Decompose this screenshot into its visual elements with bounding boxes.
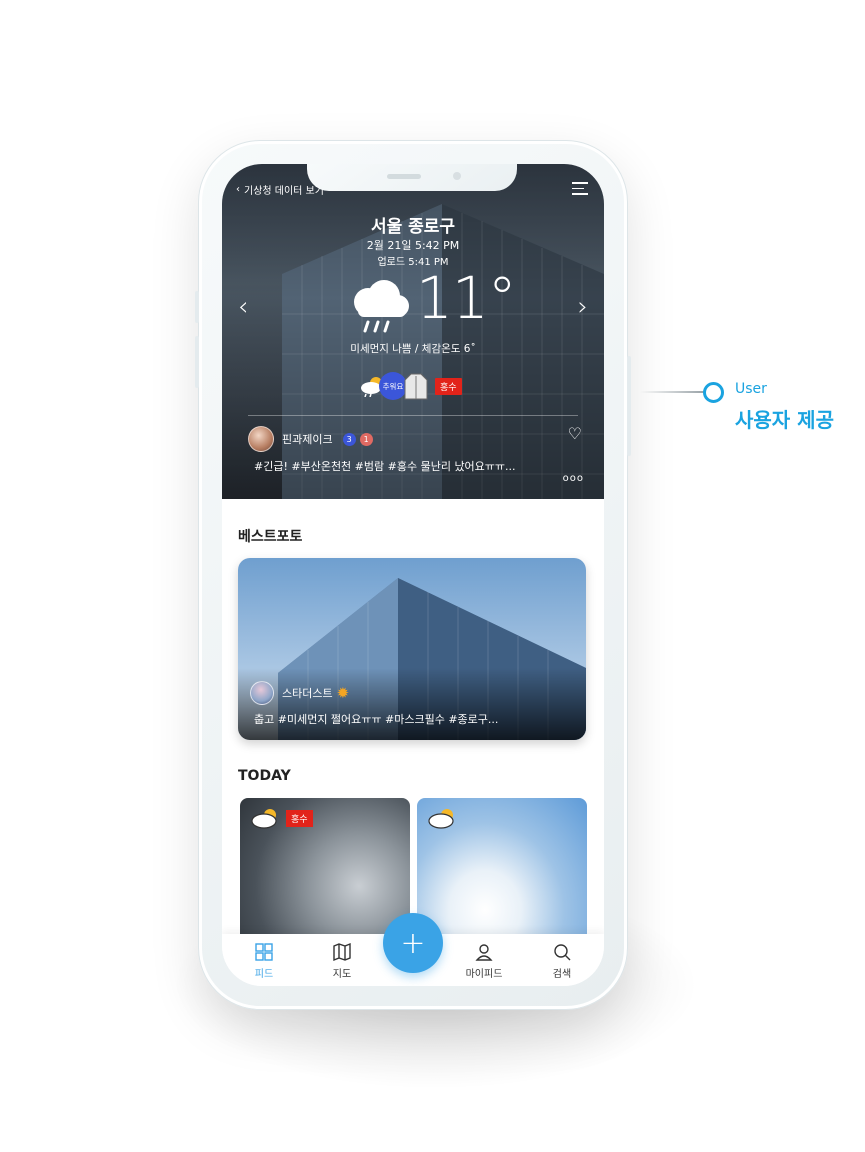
annotation-line bbox=[640, 391, 704, 393]
annotation-en: User bbox=[735, 381, 767, 397]
camera bbox=[453, 172, 461, 180]
hero-tags: #긴급! #부산온천천 #범람 #홍수 물난리 났어요ㅠㅠ... bbox=[254, 460, 516, 473]
flood-badge: 홍수 bbox=[435, 377, 462, 395]
speaker bbox=[387, 174, 421, 179]
search-icon bbox=[554, 944, 571, 961]
phone-screen: ‹ 기상청 데이터 보기 서울 종로구 2월 21일 5:42 PM 업로드 5… bbox=[222, 164, 604, 986]
best-user-name: 스타더스트 bbox=[282, 687, 333, 700]
today-title: TODAY bbox=[238, 768, 291, 784]
temperature: 11° bbox=[416, 264, 517, 332]
avatar bbox=[248, 426, 274, 452]
nav-feed[interactable]: 피드 bbox=[234, 942, 294, 980]
partly-cloudy-icon bbox=[428, 809, 454, 829]
coat-icon bbox=[404, 373, 428, 400]
user-icon bbox=[475, 944, 493, 961]
volume-down-button bbox=[195, 336, 199, 388]
user-badge-red: 1 bbox=[359, 432, 373, 446]
weather-badges: 추워요 홍수 bbox=[359, 372, 462, 400]
back-link[interactable]: ‹ 기상청 데이터 보기 bbox=[236, 182, 324, 197]
add-post-button[interactable]: + bbox=[383, 913, 443, 973]
nav-map-label: 지도 bbox=[332, 969, 352, 980]
best-photo-title: 베스트포토 bbox=[238, 529, 303, 545]
notch bbox=[307, 164, 517, 191]
next-arrow-icon[interactable]: › bbox=[578, 292, 588, 322]
best-photo-tags: 춥고 #미세먼지 쩔어요ㅠㅠ #마스크필수 #종로구... bbox=[254, 713, 499, 726]
nav-mypage[interactable]: 마이피드 bbox=[454, 942, 514, 980]
annotation-ko: 사용자 제공 bbox=[735, 408, 834, 432]
menu-icon[interactable] bbox=[572, 182, 588, 195]
nav-search[interactable]: 검색 bbox=[532, 942, 592, 980]
avatar bbox=[250, 681, 274, 705]
hero-user-name: 핀과제이크 bbox=[282, 433, 333, 446]
weather-hero[interactable]: ‹ 기상청 데이터 보기 서울 종로구 2월 21일 5:42 PM 업로드 5… bbox=[222, 164, 604, 499]
annotation-dot bbox=[703, 382, 724, 403]
observation-datetime: 2월 21일 5:42 PM bbox=[366, 239, 460, 252]
hero-user[interactable]: 핀과제이크 3 1 bbox=[248, 426, 373, 452]
best-user[interactable]: 스타더스트 ✹ bbox=[250, 681, 349, 705]
rain-cloud-icon bbox=[354, 280, 409, 333]
prev-arrow-icon[interactable]: ‹ bbox=[238, 292, 248, 322]
flood-badge: 홍수 bbox=[286, 810, 313, 827]
back-label: 기상청 데이터 보기 bbox=[244, 186, 324, 197]
hero-divider bbox=[248, 415, 578, 416]
location-title: 서울 종로구 bbox=[370, 217, 456, 237]
nav-search-label: 검색 bbox=[552, 969, 572, 980]
volume-up-button bbox=[195, 291, 199, 323]
best-photo-card[interactable]: 스타더스트 ✹ 춥고 #미세먼지 쩔어요ㅠㅠ #마스크필수 #종로구... bbox=[238, 558, 586, 740]
map-icon bbox=[333, 942, 351, 962]
partly-cloudy-icon bbox=[251, 809, 277, 829]
phone-frame: ‹ 기상청 데이터 보기 서울 종로구 2월 21일 5:42 PM 업로드 5… bbox=[195, 140, 631, 1010]
air-quality: 미세먼지 나쁨 / 체감온도 6˚ bbox=[350, 343, 476, 355]
more-icon[interactable]: ooo bbox=[563, 473, 584, 484]
chevron-left-icon: ‹ bbox=[236, 184, 240, 195]
nav-feed-label: 피드 bbox=[254, 969, 274, 980]
user-badge-blue: 3 bbox=[342, 432, 356, 446]
heart-icon[interactable]: ♡ bbox=[568, 424, 582, 443]
nav-mypage-label: 마이피드 bbox=[465, 969, 503, 980]
power-button bbox=[627, 356, 631, 456]
nav-map[interactable]: 지도 bbox=[312, 942, 372, 980]
upload-time: 업로드 5:41 PM bbox=[377, 257, 449, 268]
maple-leaf-icon: ✹ bbox=[336, 684, 350, 702]
grid-icon bbox=[255, 943, 273, 961]
